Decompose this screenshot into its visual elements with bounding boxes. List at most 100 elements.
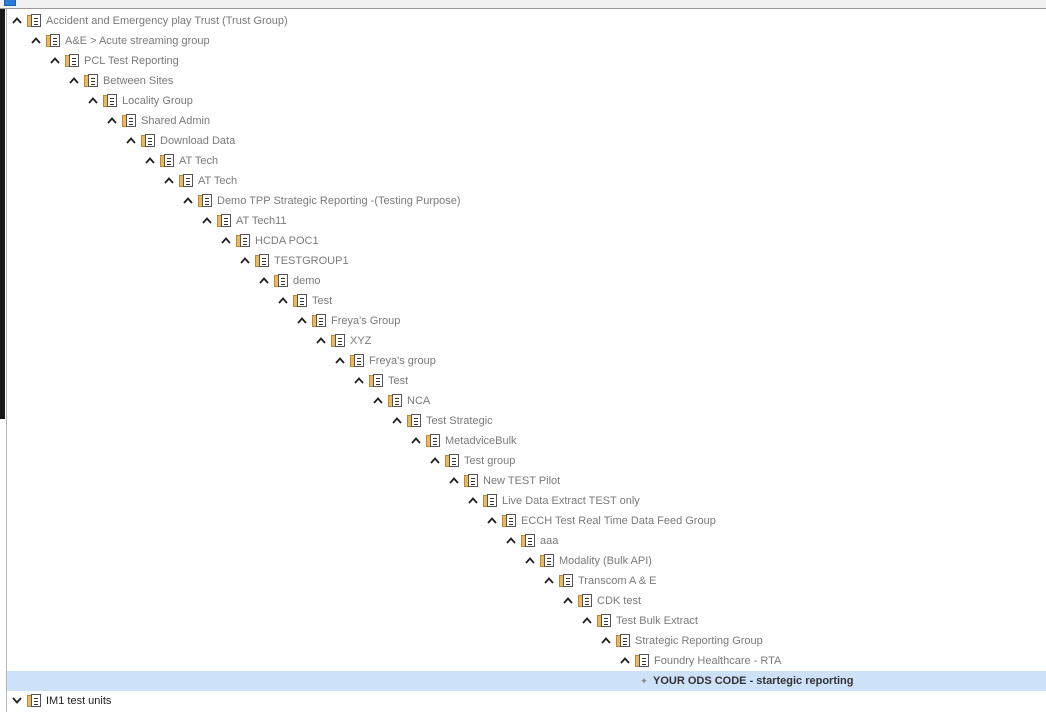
collapse-chevron-icon[interactable] xyxy=(276,291,290,311)
tree-node-row[interactable]: Shared Admin xyxy=(7,111,1046,131)
tree-node-label: Test Bulk Extract xyxy=(616,615,698,627)
tree-node-row[interactable]: PCL Test Reporting xyxy=(7,51,1046,71)
tree-node-row[interactable]: Foundry Healthcare - RTA xyxy=(7,651,1046,671)
tree-node-row[interactable]: New TEST Pilot xyxy=(7,471,1046,491)
collapse-chevron-icon[interactable] xyxy=(181,191,195,211)
tree-node-row[interactable]: MetadviceBulk xyxy=(7,431,1046,451)
group-tree[interactable]: Accident and Emergency play Trust (Trust… xyxy=(6,9,1046,712)
folder-report-icon xyxy=(369,374,384,388)
collapse-chevron-icon[interactable] xyxy=(162,171,176,191)
tree-node-row[interactable]: Freya's group xyxy=(7,351,1046,371)
collapse-chevron-icon[interactable] xyxy=(10,11,24,31)
tree-node-row[interactable]: Live Data Extract TEST only xyxy=(7,491,1046,511)
tree-node-label: Foundry Healthcare - RTA xyxy=(654,655,782,667)
tree-node-row[interactable]: Test group xyxy=(7,451,1046,471)
collapse-chevron-icon[interactable] xyxy=(200,211,214,231)
tree-node-label: Strategic Reporting Group xyxy=(635,635,763,647)
collapse-chevron-icon[interactable] xyxy=(618,651,632,671)
tree-node-row[interactable]: Test xyxy=(7,291,1046,311)
tree-node-label: PCL Test Reporting xyxy=(84,55,179,67)
tree-node-row[interactable]: Between Sites xyxy=(7,71,1046,91)
folder-report-icon xyxy=(27,694,42,708)
collapse-chevron-icon[interactable] xyxy=(599,631,613,651)
collapse-chevron-icon[interactable] xyxy=(580,611,594,631)
tree-node-label: Shared Admin xyxy=(141,115,211,127)
collapse-chevron-icon[interactable] xyxy=(542,571,556,591)
collapse-chevron-icon[interactable] xyxy=(352,371,366,391)
folder-report-icon xyxy=(179,174,194,188)
tree-node-row[interactable]: ECCH Test Real Time Data Feed Group xyxy=(7,511,1046,531)
collapse-chevron-icon[interactable] xyxy=(523,551,537,571)
expand-chevron-icon[interactable] xyxy=(10,691,24,711)
tree-leaf-row-selected[interactable]: ✦ YOUR ODS CODE - startegic reporting xyxy=(7,671,1046,691)
tree-node-row[interactable]: Download Data xyxy=(7,131,1046,151)
tree-node-row[interactable]: XYZ xyxy=(7,331,1046,351)
collapse-chevron-icon[interactable] xyxy=(447,471,461,491)
tree-node-label: Accident and Emergency play Trust (Trust… xyxy=(46,15,288,27)
tree-node-row[interactable]: Test Strategic xyxy=(7,411,1046,431)
folder-report-icon xyxy=(103,94,118,108)
collapse-chevron-icon[interactable] xyxy=(67,71,81,91)
tree-node-row[interactable]: NCA xyxy=(7,391,1046,411)
tree-node-label: Test xyxy=(388,375,409,387)
folder-report-icon xyxy=(236,234,251,248)
tree-node-row[interactable]: Modality (Bulk API) xyxy=(7,551,1046,571)
tree-node-row[interactable]: AT Tech11 xyxy=(7,211,1046,231)
tree-node-row[interactable]: Freya's Group xyxy=(7,311,1046,331)
tree-node-label: Live Data Extract TEST only xyxy=(502,495,640,507)
collapse-chevron-icon[interactable] xyxy=(504,531,518,551)
window-title-bar xyxy=(0,0,1046,9)
tree-node-label: Test group xyxy=(464,455,516,467)
collapse-chevron-icon[interactable] xyxy=(257,271,271,291)
collapse-chevron-icon[interactable] xyxy=(86,91,100,111)
tree-node-row[interactable]: Strategic Reporting Group xyxy=(7,631,1046,651)
tree-node-row[interactable]: aaa xyxy=(7,531,1046,551)
collapse-chevron-icon[interactable] xyxy=(371,391,385,411)
tree-node-row[interactable]: demo xyxy=(7,271,1046,291)
window-checkbox-icon[interactable] xyxy=(4,0,16,6)
collapse-chevron-icon[interactable] xyxy=(48,51,62,71)
collapse-chevron-icon[interactable] xyxy=(295,311,309,331)
collapse-chevron-icon[interactable] xyxy=(124,131,138,151)
collapse-chevron-icon[interactable] xyxy=(409,431,423,451)
folder-report-icon xyxy=(198,194,213,208)
tree-node-row[interactable]: AT Tech xyxy=(7,151,1046,171)
tree-node-row[interactable]: HCDA POC1 xyxy=(7,231,1046,251)
tree-node-row[interactable]: Locality Group xyxy=(7,91,1046,111)
folder-report-icon xyxy=(27,14,42,28)
tree-node-row[interactable]: Test xyxy=(7,371,1046,391)
collapse-chevron-icon[interactable] xyxy=(219,231,233,251)
tree-node-row[interactable]: CDK test xyxy=(7,591,1046,611)
tree-node-row[interactable]: Demo TPP Strategic Reporting -(Testing P… xyxy=(7,191,1046,211)
tree-node-row[interactable]: A&E > Acute streaming group xyxy=(7,31,1046,51)
tree-node-row[interactable]: Accident and Emergency play Trust (Trust… xyxy=(7,11,1046,31)
folder-report-icon xyxy=(426,434,441,448)
folder-report-icon xyxy=(483,494,498,508)
collapse-chevron-icon[interactable] xyxy=(390,411,404,431)
folder-report-icon xyxy=(331,334,346,348)
collapse-chevron-icon[interactable] xyxy=(428,451,442,471)
tree-node-label: CDK test xyxy=(597,595,642,607)
collapse-chevron-icon[interactable] xyxy=(29,31,43,51)
folder-report-icon xyxy=(160,154,175,168)
collapse-chevron-icon[interactable] xyxy=(238,251,252,271)
collapse-chevron-icon[interactable] xyxy=(333,351,347,371)
tree-node-row[interactable]: Test Bulk Extract xyxy=(7,611,1046,631)
tree-root-row-collapsed[interactable]: IM1 test units xyxy=(7,691,1046,711)
tree-node-label: Modality (Bulk API) xyxy=(559,555,652,567)
tree-node-label: aaa xyxy=(540,535,559,547)
collapse-chevron-icon[interactable] xyxy=(485,511,499,531)
collapse-chevron-icon[interactable] xyxy=(466,491,480,511)
left-border-strip xyxy=(0,9,5,419)
tree-node-row[interactable]: AT Tech xyxy=(7,171,1046,191)
tree-node-row[interactable]: TESTGROUP1 xyxy=(7,251,1046,271)
collapse-chevron-icon[interactable] xyxy=(561,591,575,611)
leaf-bullet-icon: ✦ xyxy=(640,676,648,686)
tree-leaf-label: YOUR ODS CODE - startegic reporting xyxy=(653,675,854,687)
collapse-chevron-icon[interactable] xyxy=(143,151,157,171)
collapse-chevron-icon[interactable] xyxy=(105,111,119,131)
folder-report-icon xyxy=(84,74,99,88)
tree-node-label: demo xyxy=(293,275,321,287)
tree-node-row[interactable]: Transcom A & E xyxy=(7,571,1046,591)
collapse-chevron-icon[interactable] xyxy=(314,331,328,351)
